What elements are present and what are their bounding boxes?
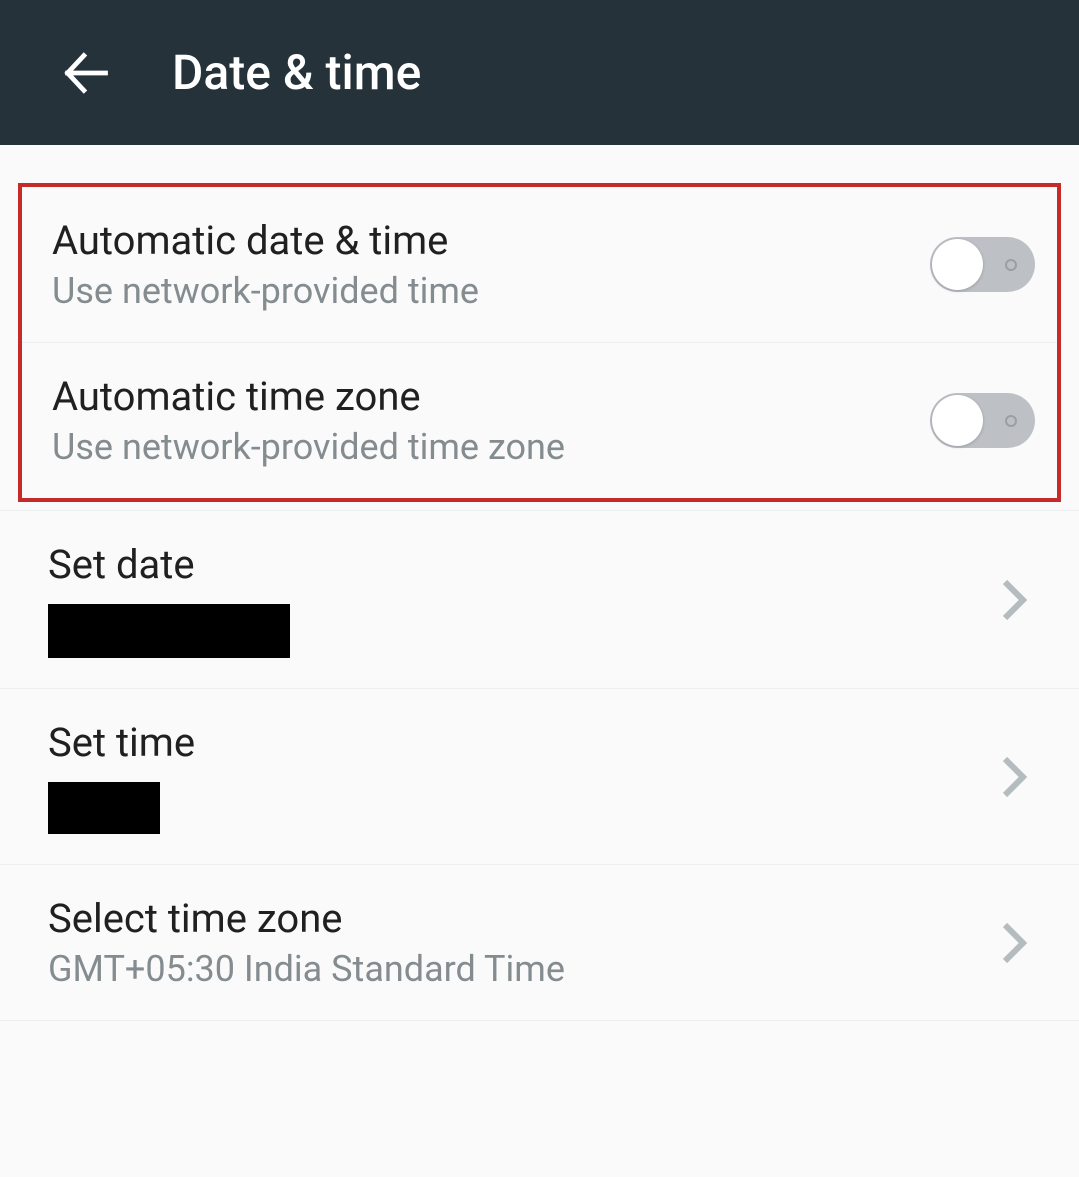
app-header: Date & time: [0, 0, 1079, 145]
setting-auto-time-zone[interactable]: Automatic time zone Use network-provided…: [22, 343, 1057, 498]
toggle-auto-time-zone[interactable]: [930, 393, 1035, 448]
page-title: Date & time: [172, 44, 421, 101]
setting-text: Set time: [48, 719, 195, 834]
setting-text: Automatic time zone Use network-provided…: [52, 373, 565, 468]
setting-subtitle: Use network-provided time: [52, 270, 479, 312]
setting-title: Automatic time zone: [52, 373, 565, 420]
toggle-knob: [932, 395, 983, 446]
setting-text: Automatic date & time Use network-provid…: [52, 217, 479, 312]
setting-set-time[interactable]: Set time: [0, 689, 1079, 865]
chevron-right-icon: [999, 576, 1039, 624]
setting-title: Automatic date & time: [52, 217, 479, 264]
redacted-date-value: [48, 604, 290, 658]
setting-subtitle: Use network-provided time zone: [52, 426, 565, 468]
setting-text: Select time zone GMT+05:30 India Standar…: [48, 895, 565, 990]
toggle-track-dot: [1005, 259, 1017, 271]
setting-title: Set time: [48, 719, 195, 766]
redacted-time-value: [48, 782, 160, 834]
back-arrow-icon[interactable]: [60, 47, 112, 99]
chevron-right-icon: [999, 919, 1039, 967]
setting-set-date[interactable]: Set date: [0, 510, 1079, 689]
toggle-knob: [932, 239, 983, 290]
setting-title: Set date: [48, 541, 290, 588]
highlighted-section: Automatic date & time Use network-provid…: [18, 183, 1061, 502]
setting-text: Set date: [48, 541, 290, 658]
chevron-right-icon: [999, 753, 1039, 801]
toggle-auto-date-time[interactable]: [930, 237, 1035, 292]
setting-title: Select time zone: [48, 895, 565, 942]
setting-select-time-zone[interactable]: Select time zone GMT+05:30 India Standar…: [0, 865, 1079, 1021]
setting-auto-date-time[interactable]: Automatic date & time Use network-provid…: [22, 187, 1057, 343]
setting-subtitle: GMT+05:30 India Standard Time: [48, 948, 565, 990]
toggle-track-dot: [1005, 415, 1017, 427]
